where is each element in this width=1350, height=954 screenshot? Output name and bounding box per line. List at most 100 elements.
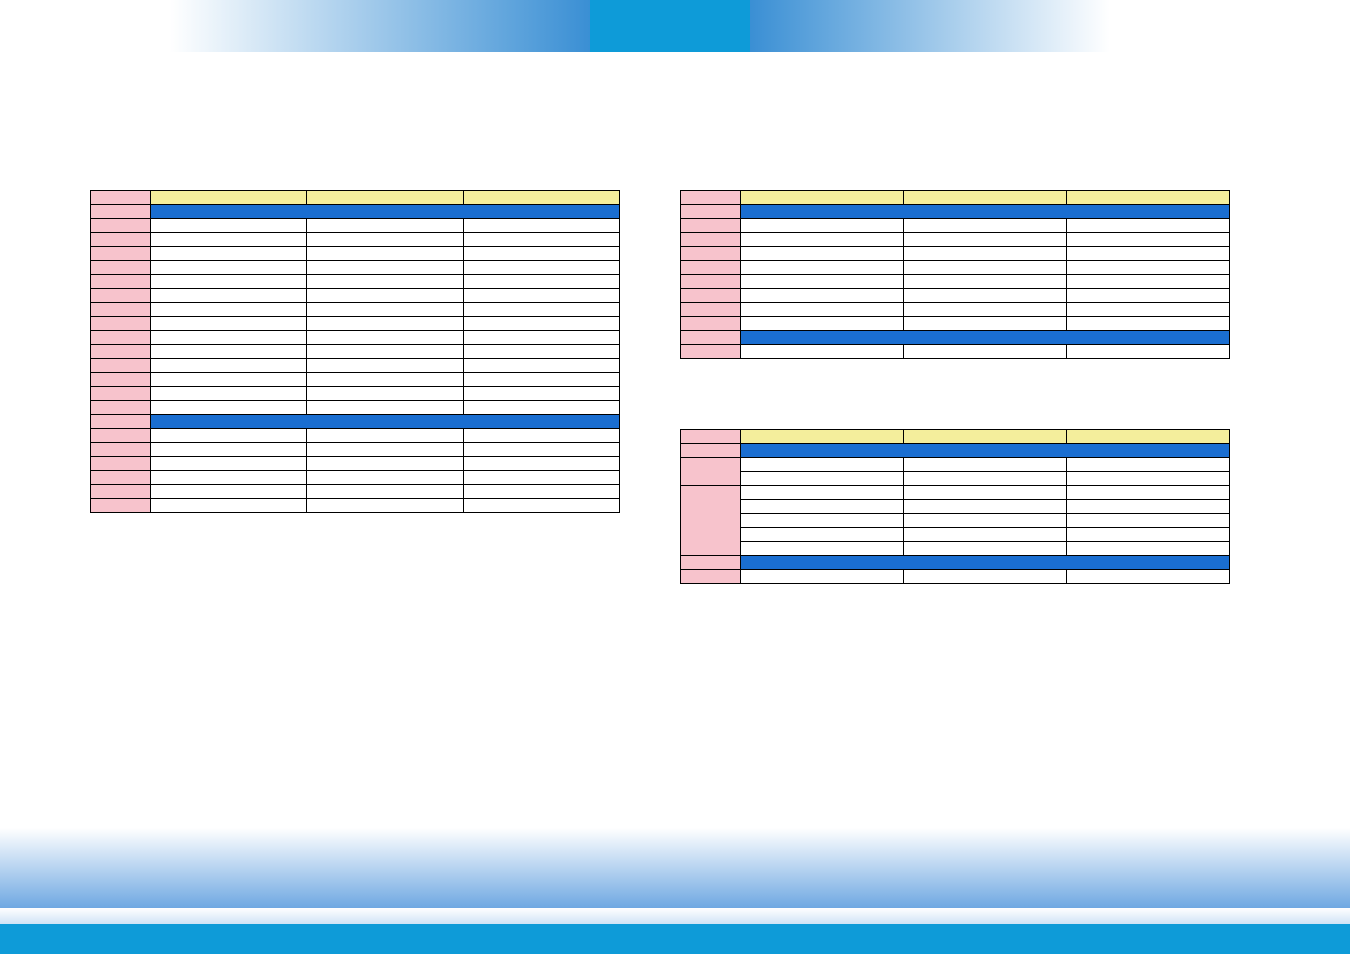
data-cell (741, 289, 904, 303)
section-bar (741, 444, 1230, 458)
data-cell (1067, 233, 1230, 247)
column-header (463, 191, 619, 205)
row-label (91, 275, 151, 289)
row-label (91, 415, 151, 429)
row-label (91, 219, 151, 233)
column-header (151, 191, 307, 205)
column-header (741, 191, 904, 205)
data-cell (741, 542, 904, 556)
data-cell (151, 373, 307, 387)
row-label (91, 289, 151, 303)
data-cell (904, 514, 1067, 528)
table-corner (681, 191, 741, 205)
data-cell (307, 303, 463, 317)
data-cell (1067, 317, 1230, 331)
data-cell (307, 359, 463, 373)
row-label (681, 289, 741, 303)
data-cell (741, 514, 904, 528)
data-cell (463, 303, 619, 317)
data-cell (741, 261, 904, 275)
data-cell (307, 233, 463, 247)
data-cell (904, 528, 1067, 542)
data-cell (463, 485, 619, 499)
row-label (681, 317, 741, 331)
data-cell (904, 317, 1067, 331)
table-right-bottom (680, 429, 1230, 584)
data-cell (741, 317, 904, 331)
row-label-group (681, 458, 741, 486)
table-left (90, 190, 620, 513)
data-cell (1067, 458, 1230, 472)
data-cell (151, 275, 307, 289)
section-bar (741, 556, 1230, 570)
row-label (91, 261, 151, 275)
data-cell (307, 275, 463, 289)
data-cell (904, 233, 1067, 247)
data-cell (307, 373, 463, 387)
data-cell (463, 233, 619, 247)
row-label (91, 373, 151, 387)
row-label (681, 233, 741, 247)
data-cell (904, 261, 1067, 275)
data-cell (463, 499, 619, 513)
row-label (91, 331, 151, 345)
data-cell (463, 401, 619, 415)
row-label (681, 261, 741, 275)
data-cell (463, 471, 619, 485)
data-cell (151, 261, 307, 275)
row-label (91, 485, 151, 499)
data-cell (151, 359, 307, 373)
table-corner (681, 430, 741, 444)
row-label (681, 444, 741, 458)
data-cell (904, 500, 1067, 514)
data-cell (741, 233, 904, 247)
data-cell (307, 401, 463, 415)
data-cell (1067, 472, 1230, 486)
data-cell (463, 373, 619, 387)
data-cell (151, 289, 307, 303)
data-cell (904, 247, 1067, 261)
data-cell (151, 471, 307, 485)
data-cell (307, 387, 463, 401)
data-cell (904, 458, 1067, 472)
data-cell (463, 219, 619, 233)
section-bar (151, 415, 620, 429)
table-corner (91, 191, 151, 205)
footer-gradient-2 (0, 908, 1350, 924)
row-label (91, 303, 151, 317)
row-label (91, 457, 151, 471)
data-cell (307, 317, 463, 331)
data-cell (1067, 303, 1230, 317)
row-label (681, 219, 741, 233)
data-cell (307, 345, 463, 359)
top-gradient-left (170, 0, 590, 52)
data-cell (151, 443, 307, 457)
row-label (681, 345, 741, 359)
data-cell (1067, 275, 1230, 289)
row-label (91, 359, 151, 373)
row-label (91, 401, 151, 415)
column-header (307, 191, 463, 205)
data-cell (307, 443, 463, 457)
data-cell (741, 472, 904, 486)
row-label (91, 345, 151, 359)
data-cell (741, 247, 904, 261)
data-cell (463, 359, 619, 373)
data-cell (151, 247, 307, 261)
column-header (904, 430, 1067, 444)
row-label (91, 205, 151, 219)
data-cell (307, 429, 463, 443)
data-cell (741, 570, 904, 584)
data-cell (741, 500, 904, 514)
data-cell (904, 275, 1067, 289)
data-cell (151, 317, 307, 331)
data-cell (463, 289, 619, 303)
top-active-tab (590, 0, 750, 52)
data-cell (151, 429, 307, 443)
data-cell (151, 457, 307, 471)
data-cell (307, 261, 463, 275)
data-cell (307, 471, 463, 485)
section-bar (741, 205, 1230, 219)
data-cell (904, 542, 1067, 556)
column-header (904, 191, 1067, 205)
